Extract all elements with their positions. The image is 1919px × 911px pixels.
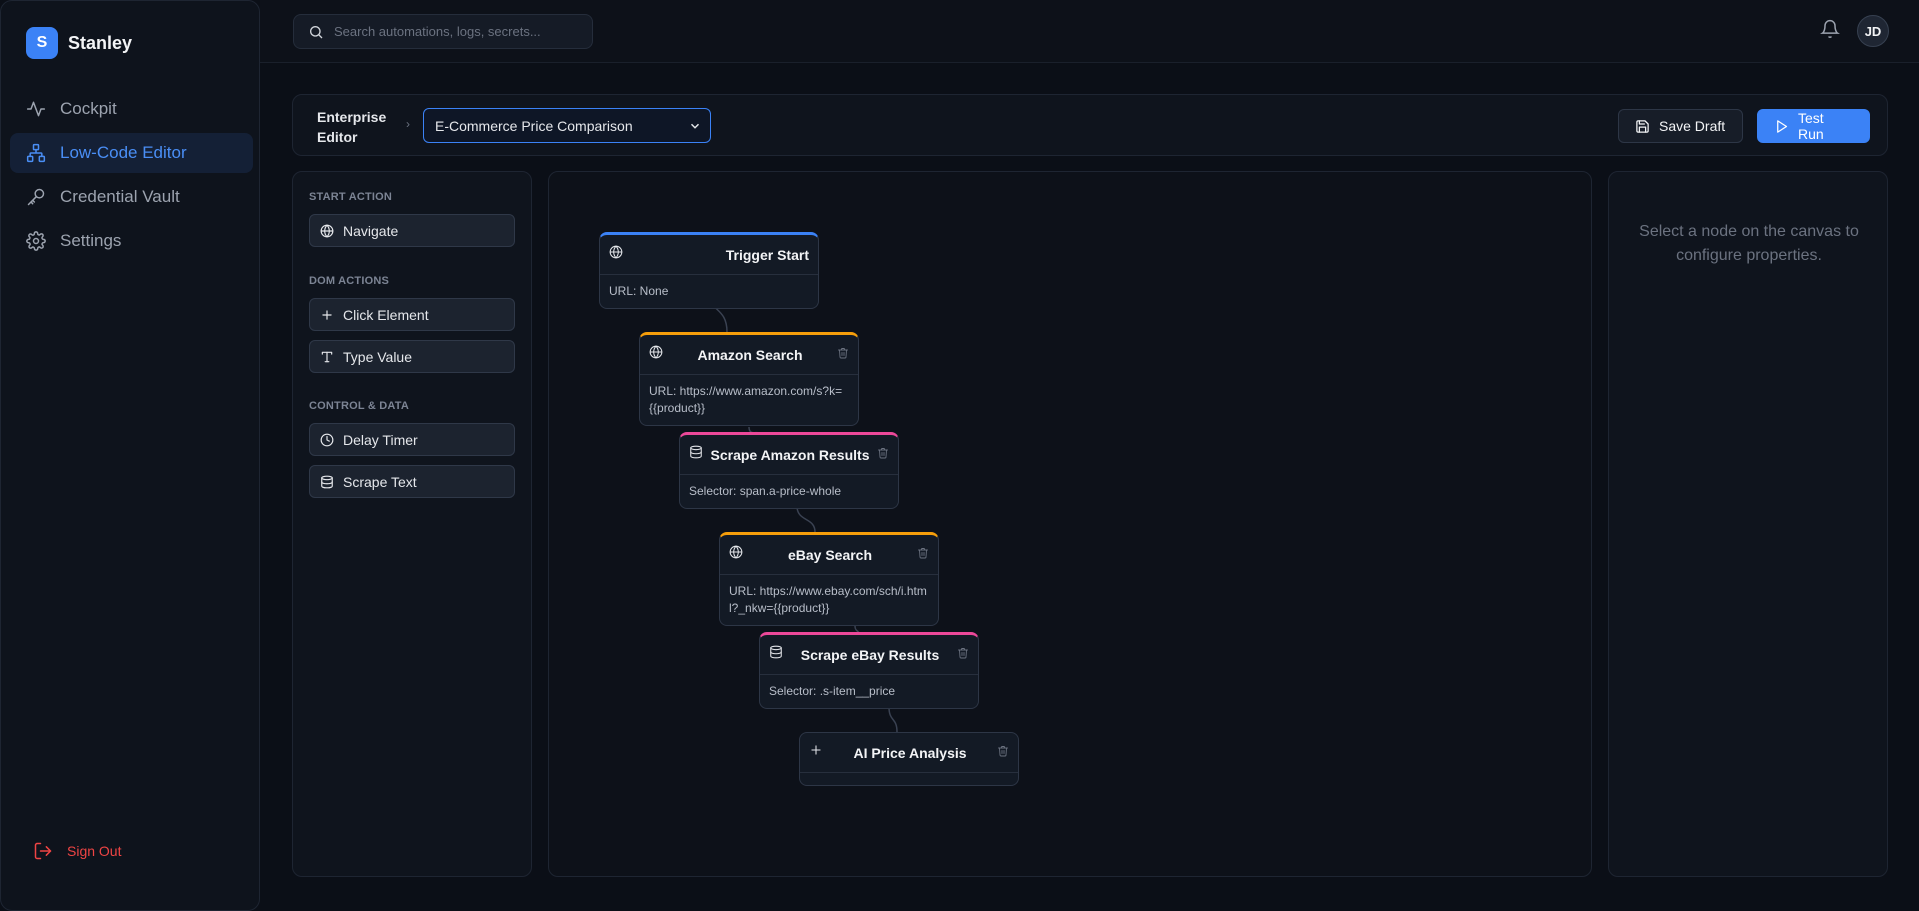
sidebar-item-label: Cockpit [60, 99, 117, 118]
search-icon [310, 25, 323, 38]
node-title: eBay Search [787, 546, 873, 563]
sidebar-item-settings[interactable]: Settings [10, 221, 253, 261]
workflow-node[interactable]: AI Price Analysis [799, 732, 1019, 786]
palette-item-type-value[interactable]: Type Value [309, 340, 515, 373]
node-body: Selector: .s-item__price [769, 684, 896, 698]
save-draft-label: Save Draft [1659, 118, 1726, 134]
workflow-node[interactable]: Scrape eBay Results Selector: .s-item__p… [759, 632, 979, 709]
palette-item-label: Navigate [343, 222, 399, 239]
sidebar-item-label: Settings [60, 231, 122, 250]
globe-icon [729, 545, 743, 564]
workflow-node[interactable]: eBay Search URL: https://www.ebay.com/sc… [719, 532, 939, 626]
search-box[interactable] [293, 14, 593, 49]
database-icon [769, 645, 783, 664]
palette-item-label: Scrape Text [343, 473, 417, 490]
clock-icon [320, 433, 334, 446]
node-body: URL: https://www.ebay.com/sch/i.html?_nk… [729, 584, 927, 615]
play-icon [1777, 119, 1788, 133]
brand[interactable]: S Stanley [26, 27, 132, 59]
node-header: Scrape eBay Results [760, 635, 978, 675]
properties-empty-state: Select a node on the canvas to configure… [1639, 223, 1859, 264]
palette-item-label: Click Element [343, 306, 429, 323]
palette-item-click-element[interactable]: Click Element [309, 298, 515, 331]
gear-icon [26, 231, 46, 251]
palette-item-label: Delay Timer [343, 431, 418, 448]
palette-section-title: DOM ACTIONS [309, 275, 390, 287]
node-header: Scrape Amazon Results [680, 435, 898, 475]
node-body [800, 773, 1018, 785]
plus-icon [322, 309, 332, 320]
save-icon [1636, 119, 1649, 133]
test-run-button[interactable]: Test Run [1757, 109, 1870, 143]
sign-out-button[interactable]: Sign Out [33, 841, 121, 861]
palette-section-title: CONTROL & DATA [309, 400, 409, 412]
workflow-select-value: E-Commerce Price Comparison [435, 117, 633, 134]
test-run-label: Test Run [1797, 110, 1824, 142]
node-header: Trigger Start [600, 235, 818, 275]
node-title: Scrape Amazon Results [710, 446, 870, 463]
brand-logo: S [26, 27, 58, 59]
logout-icon [34, 842, 52, 860]
chevron-down-icon [688, 119, 702, 133]
node-title: Trigger Start [725, 246, 809, 263]
key-icon [27, 188, 45, 206]
globe-icon [609, 245, 623, 264]
palette-item-scrape-text[interactable]: Scrape Text [309, 465, 515, 498]
sidebar-item-label: Low-Code Editor [60, 143, 187, 162]
bell-icon [1820, 19, 1840, 39]
palette-section-title: START ACTION [309, 191, 393, 203]
node-body: URL: None [609, 284, 669, 298]
database-icon [689, 445, 703, 464]
brand-name: Stanley [68, 32, 133, 53]
sidebar-nav: Cockpit Low-Code Editor Credential Vault… [10, 89, 253, 265]
palette-item-delay-timer[interactable]: Delay Timer [309, 423, 515, 456]
sidebar-item-label: Credential Vault [60, 187, 180, 206]
palette-item-navigate[interactable]: Navigate [309, 214, 515, 247]
workflow-icon [26, 143, 46, 163]
notifications-button[interactable] [1820, 19, 1840, 39]
node-body: URL: https://www.amazon.com/s?k={{produc… [649, 384, 843, 415]
database-icon [321, 475, 333, 488]
plus-icon [809, 743, 823, 762]
node-header: AI Price Analysis [800, 733, 1018, 773]
workflow-node[interactable]: Trigger Start URL: None [599, 232, 819, 309]
workflow-node[interactable]: Amazon Search URL: https://www.amazon.co… [639, 332, 859, 426]
globe-icon [320, 224, 334, 237]
globe-icon [649, 345, 663, 364]
sidebar-item-cockpit[interactable]: Cockpit [10, 89, 253, 129]
edge-scrape-ebay [796, 505, 816, 533]
action-palette: START ACTION Navigate DOM ACTIONS Click … [292, 171, 532, 877]
avatar[interactable]: JD [1857, 15, 1889, 47]
topbar: JD [260, 0, 1919, 63]
sidebar: S Stanley Cockpit Low-Code Editor Creden… [0, 0, 260, 911]
trash-icon[interactable] [837, 346, 849, 364]
edge-scrape-ai [888, 706, 898, 733]
node-title: AI Price Analysis [853, 744, 967, 761]
breadcrumb-separator: › [406, 117, 410, 131]
trash-icon[interactable] [877, 446, 889, 464]
node-title: Scrape eBay Results [800, 646, 940, 663]
editor-header: Enterprise Editor › E-Commerce Price Com… [292, 94, 1888, 156]
sign-out-label: Sign Out [67, 843, 122, 859]
properties-panel: Select a node on the canvas to configure… [1608, 171, 1888, 877]
node-body: Selector: span.a-price-whole [689, 484, 842, 498]
node-header: Amazon Search [640, 335, 858, 375]
palette-item-label: Type Value [343, 348, 413, 365]
trash-icon[interactable] [917, 546, 929, 564]
text-icon [321, 351, 333, 362]
trash-icon[interactable] [997, 744, 1009, 762]
trash-icon[interactable] [957, 646, 969, 664]
search-input[interactable] [334, 24, 574, 39]
node-header: eBay Search [720, 535, 938, 575]
sidebar-item-credential-vault[interactable]: Credential Vault [10, 177, 253, 217]
save-draft-button[interactable]: Save Draft [1618, 109, 1743, 143]
activity-icon [26, 101, 46, 117]
workflow-node[interactable]: Scrape Amazon Results Selector: span.a-p… [679, 432, 899, 509]
breadcrumb-root[interactable]: Enterprise Editor [317, 107, 397, 147]
workflow-canvas[interactable]: Trigger Start URL: None Amazon Search UR… [548, 171, 1592, 877]
workflow-select[interactable]: E-Commerce Price Comparison [423, 108, 711, 143]
sidebar-item-low-code-editor[interactable]: Low-Code Editor [10, 133, 253, 173]
node-title: Amazon Search [697, 346, 803, 363]
